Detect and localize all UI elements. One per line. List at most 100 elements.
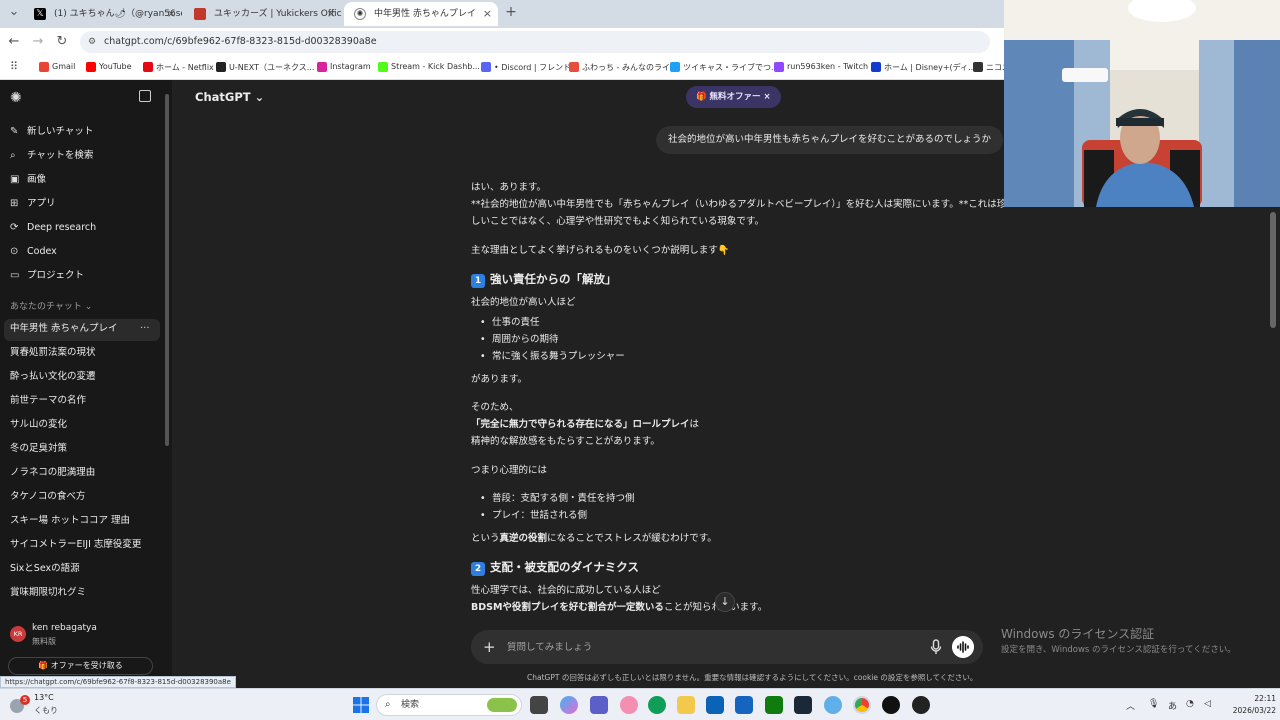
tray-mic-icon[interactable]: 🎙 [1148, 699, 1159, 709]
page-scrollbar[interactable] [1270, 212, 1276, 328]
sidebar-item-new-chat[interactable]: ✎ 新しいチャット [10, 122, 93, 142]
chat-history-item[interactable]: 買春処罰法案の現状 [10, 343, 96, 363]
bookmark-favicon-icon [871, 62, 881, 72]
free-offer-badge[interactable]: 🎁 無料オファー × [686, 86, 781, 108]
close-tab-icon[interactable]: × [327, 2, 336, 26]
obs-icon[interactable] [912, 696, 930, 714]
sidebar-item-search[interactable]: ⌕ チャットを検索 [10, 146, 93, 166]
bookmark-item[interactable]: ホーム - Netflix [143, 62, 214, 73]
sidebar-item-deep-research[interactable]: ⟳ Deep research [10, 218, 96, 238]
bookmark-item[interactable]: ホーム | Disney+(ディ... [871, 62, 976, 73]
chat-history-item-active[interactable]: 中年男性 赤ちゃんプレイ [10, 319, 118, 339]
bold-text: 真逆の役割 [499, 533, 548, 544]
bookmark-item[interactable]: • Discord | フレンド [481, 62, 571, 73]
bookmark-item[interactable]: Stream - Kick Dashb... [378, 62, 480, 72]
bookmark-item[interactable]: Instagram [317, 62, 371, 72]
app-icon[interactable] [620, 696, 638, 714]
chats-section-label[interactable]: あなたのチャット ⌄ [10, 297, 92, 317]
sidebar-item-codex[interactable]: ⊙ Codex [10, 242, 57, 262]
new-tab-button[interactable]: + [503, 4, 519, 20]
image-icon: ▣ [10, 174, 20, 185]
ime-icon[interactable]: あ [1168, 699, 1177, 712]
apps-grid-icon[interactable]: ⠿ [6, 59, 22, 75]
bookmark-item[interactable]: Gmail [39, 62, 75, 72]
app-icon[interactable] [824, 696, 842, 714]
bookmark-label: ふわっち - みんなのライ... [582, 63, 678, 72]
tab-chatgpt[interactable]: ✺ 中年男性 赤ちゃんプレイ × [344, 2, 498, 26]
network-icon[interactable]: ◔ [1186, 699, 1194, 709]
chat-history-item[interactable]: 賞味期限切れグミ [10, 583, 86, 603]
edge-icon[interactable] [648, 696, 666, 714]
prompt-input[interactable] [507, 639, 887, 655]
task-view-icon[interactable] [530, 696, 548, 714]
close-tab-icon[interactable]: × [167, 2, 176, 26]
sidebar-item-images[interactable]: ▣ 画像 [10, 170, 46, 190]
store-icon[interactable] [706, 696, 724, 714]
bookmark-favicon-icon [216, 62, 226, 72]
tab-x[interactable]: 𝕏 (1) ユキちゃん🌶（@ryan56see） × [24, 2, 182, 26]
tray-expand-icon[interactable]: ︿ [1126, 699, 1135, 712]
address-bar[interactable]: ⚙ chatgpt.com/c/69bfe962-67f8-8323-815d-… [80, 31, 990, 53]
reload-icon[interactable]: ↻ [54, 34, 70, 50]
sidebar-scrollbar[interactable] [165, 94, 169, 446]
scroll-down-button[interactable]: ↓ [715, 592, 735, 612]
bookmark-item[interactable]: run5963ken - Twitch [774, 62, 868, 72]
volume-icon[interactable]: ◁ [1204, 699, 1211, 709]
bookmark-item[interactable]: ふわっち - みんなのライ... [569, 62, 678, 73]
copilot-icon[interactable] [560, 696, 578, 714]
chat-history-item[interactable]: スキー場 ホットココア 理由 [10, 511, 130, 531]
xbox-icon[interactable] [765, 696, 783, 714]
clock-date[interactable]: 2026/03/22 [1226, 706, 1276, 715]
activation-watermark-body: 設定を開き、Windows のライセンス認証を行ってください。 [1001, 645, 1236, 655]
tab-list-icon[interactable]: ⌄ [6, 4, 22, 20]
tab-yukickers[interactable]: ユキッカーズ | Yukickers Official × [184, 2, 342, 26]
bookmark-item[interactable]: U-NEXT（ユーネクス... [216, 62, 314, 73]
chat-history-item[interactable]: SixとSexの語源 [10, 559, 80, 579]
bookmark-label: ホーム - Netflix [156, 63, 214, 72]
add-attachment-icon[interactable]: + [483, 638, 496, 656]
search-icon: ⌕ [10, 150, 16, 161]
sidebar-toggle-icon[interactable] [139, 90, 151, 102]
close-tab-icon[interactable]: × [483, 2, 492, 26]
file-explorer-icon[interactable] [677, 696, 695, 714]
avatar[interactable]: KR [10, 626, 26, 642]
teams-icon[interactable] [590, 696, 608, 714]
forward-icon[interactable]: → [30, 34, 46, 50]
clock-time[interactable]: 22:11 [1230, 694, 1276, 703]
tab-strip: ⌄ 𝕏 (1) ユキちゃん🌶（@ryan56see） × ユキッカーズ | Yu… [0, 0, 1004, 28]
weather-temp[interactable]: 13°C [34, 693, 54, 702]
chrome-icon[interactable] [853, 696, 871, 714]
voice-mode-button[interactable] [952, 636, 974, 658]
browser-chrome: ⌄ 𝕏 (1) ユキちゃん🌶（@ryan56see） × ユキッカーズ | Yu… [0, 0, 1010, 80]
site-info-icon[interactable]: ⚙ [88, 31, 96, 53]
chat-history-item[interactable]: サイコメトラーEIJI 志摩役変更 [10, 535, 141, 555]
bookmark-item[interactable]: YouTube [86, 62, 132, 72]
outlook-icon[interactable] [735, 696, 753, 714]
chat-history-item[interactable]: 前世テーマの名作 [10, 391, 86, 411]
windows-start-icon[interactable] [352, 696, 370, 714]
sidebar-item-label: 新しいチャット [27, 126, 94, 137]
user-name[interactable]: ken rebagatya [32, 623, 97, 633]
sidebar-item-projects[interactable]: ▭ プロジェクト [10, 266, 84, 286]
sidebar-item-apps[interactable]: ⊞ アプリ [10, 194, 56, 214]
taskbar-search[interactable]: ⌕ 検索 [376, 694, 522, 716]
bookmark-label: • Discord | フレンド [494, 63, 572, 72]
more-options-icon[interactable]: ··· [140, 323, 150, 334]
chat-history-item[interactable]: サル山の変化 [10, 415, 67, 435]
bookmark-label: U-NEXT（ユーネクス... [229, 63, 315, 72]
microphone-icon[interactable] [929, 639, 943, 655]
chat-history-item[interactable]: 酔っ払い文化の変遷 [10, 367, 96, 387]
media-icon[interactable] [882, 696, 900, 714]
chat-history-item[interactable]: タケノコの食べ方 [10, 487, 85, 507]
chat-history-item[interactable]: 冬の足臭対策 [10, 439, 67, 459]
search-highlight-icon [487, 698, 517, 712]
chat-history-item[interactable]: ノラネコの肥満理由 [10, 463, 95, 483]
back-icon[interactable]: ← [6, 34, 22, 50]
bookmark-item[interactable]: ツイキャス・ライブでつ... [670, 62, 779, 73]
claim-offer-button[interactable]: 🎁 オファーを受け取る [8, 657, 153, 675]
steam-icon[interactable] [794, 696, 812, 714]
model-selector[interactable]: ChatGPT ⌄ [195, 90, 264, 104]
chatgpt-logo-icon[interactable]: ✺ [10, 90, 22, 106]
weather-desc[interactable]: くもり [34, 705, 58, 716]
weather-icon[interactable]: 5 [6, 695, 30, 715]
